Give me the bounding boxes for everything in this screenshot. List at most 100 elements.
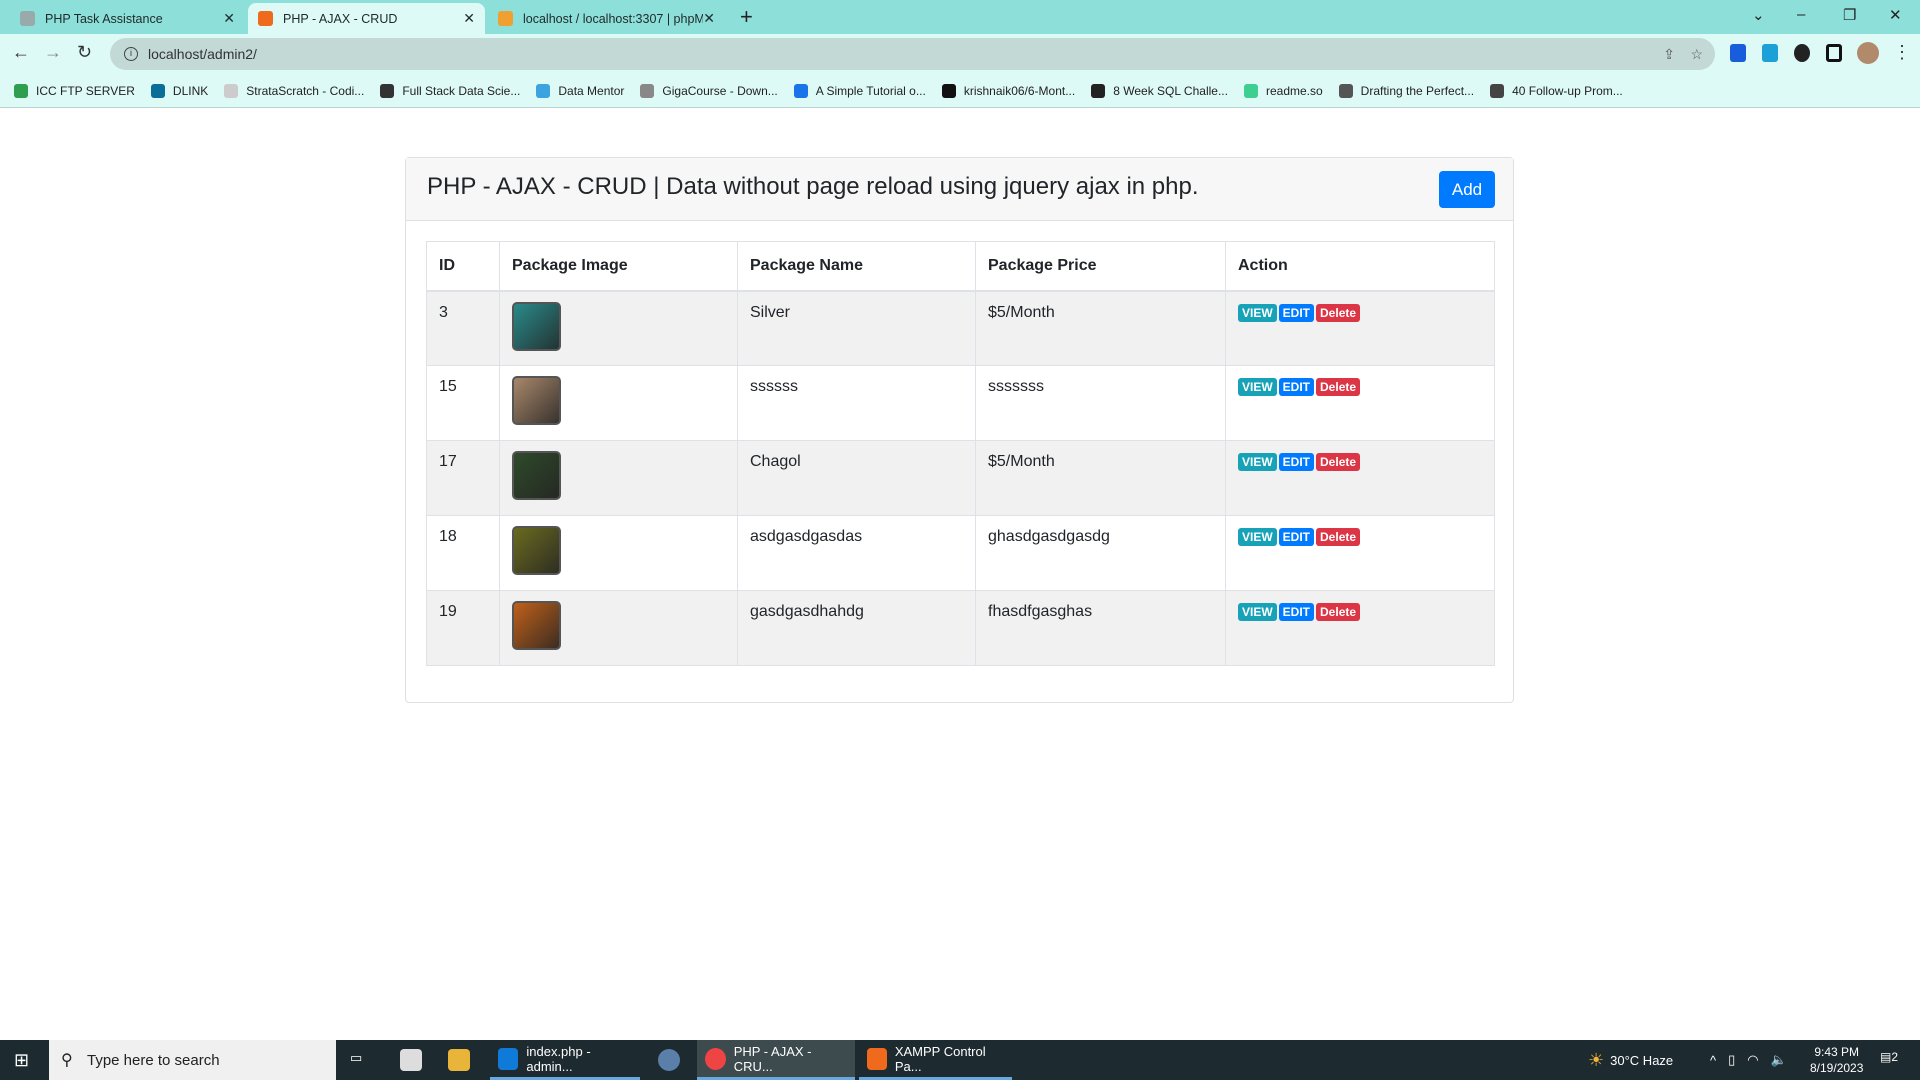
table-row: 15 ssssss sssssss VIEW EDIT Delete: [426, 365, 1495, 441]
minimize-button[interactable]: –: [1797, 6, 1805, 23]
task-view-icon[interactable]: ▭: [350, 1050, 362, 1066]
xampp-icon: [258, 11, 273, 26]
bookmark-item[interactable]: krishnaik06/6-Mont...: [941, 83, 1076, 98]
bookmark-favicon-icon: [1091, 83, 1106, 98]
edit-button[interactable]: EDIT: [1278, 528, 1315, 546]
tab-search-icon[interactable]: ⌄: [1752, 6, 1765, 24]
delete-button[interactable]: Delete: [1316, 603, 1361, 621]
close-tab-icon[interactable]: ✕: [223, 10, 235, 27]
reload-icon[interactable]: ↻: [77, 42, 92, 63]
tab-strip: PHP Task Assistance ✕ PHP - AJAX - CRUD …: [0, 0, 1920, 34]
windows-start-icon[interactable]: ⊞: [14, 1050, 29, 1071]
bookmark-label: krishnaik06/6-Mont...: [963, 83, 1076, 98]
menu-icon[interactable]: ⋮: [1893, 42, 1911, 63]
forward-icon[interactable]: →: [44, 42, 62, 63]
bookmark-favicon-icon: [224, 83, 239, 98]
edit-button[interactable]: EDIT: [1278, 303, 1315, 322]
delete-button[interactable]: Delete: [1316, 303, 1361, 322]
weather-text: 30°C Haze: [1610, 1052, 1674, 1068]
bookmark-item[interactable]: GigaCourse - Down...: [640, 83, 778, 98]
site-info-icon[interactable]: i: [124, 47, 138, 61]
edit-button[interactable]: EDIT: [1278, 603, 1315, 621]
bookmark-item[interactable]: Data Mentor: [536, 83, 625, 98]
tab-label: localhost / localhost:3307 | phpM: [523, 11, 703, 26]
packages-table: ID Package Image Package Name Package Pr…: [426, 241, 1495, 666]
tab-label: PHP - AJAX - CRUD: [283, 11, 398, 26]
delete-button[interactable]: Delete: [1316, 528, 1361, 546]
notifications-button[interactable]: ▤2: [1880, 1050, 1898, 1064]
delete-button[interactable]: Delete: [1316, 453, 1361, 471]
extension-icon[interactable]: [1762, 44, 1778, 62]
view-button[interactable]: VIEW: [1238, 603, 1277, 621]
tab-php-task-assistance[interactable]: PHP Task Assistance ✕: [10, 3, 245, 34]
bookmark-label: ICC FTP SERVER: [36, 83, 135, 98]
bookmark-star-icon[interactable]: ☆: [1690, 46, 1703, 63]
edit-button[interactable]: EDIT: [1278, 378, 1315, 396]
view-button[interactable]: VIEW: [1238, 453, 1277, 471]
bookmark-label: Data Mentor: [558, 83, 625, 98]
taskbar: ⊞ ⚲ Type here to search ▭ index.php - ad…: [0, 1040, 1920, 1080]
app-label: XAMPP Control Pa...: [894, 1043, 986, 1074]
bookmark-item[interactable]: readme.so: [1243, 83, 1323, 98]
tab-phpmyadmin[interactable]: localhost / localhost:3307 | phpM ✕: [488, 3, 725, 34]
add-button[interactable]: Add: [1439, 171, 1495, 208]
address-bar[interactable]: i localhost/admin2/ ⇪ ☆: [110, 38, 1715, 70]
cell-image: [499, 290, 738, 366]
bookmark-favicon-icon: [793, 83, 808, 98]
taskbar-app-chrome[interactable]: PHP - AJAX - CRU...: [697, 1040, 855, 1080]
bookmark-item[interactable]: ICC FTP SERVER: [14, 83, 135, 98]
puzzle-icon[interactable]: [1794, 44, 1810, 62]
bookmark-item[interactable]: 8 Week SQL Challe...: [1091, 83, 1228, 98]
share-icon[interactable]: ⇪: [1663, 46, 1675, 63]
close-tab-icon[interactable]: ✕: [463, 10, 475, 27]
bookmark-item[interactable]: A Simple Tutorial o...: [793, 83, 926, 98]
chevron-up-icon[interactable]: ^: [1710, 1053, 1716, 1068]
close-tab-icon[interactable]: ✕: [703, 10, 715, 27]
bookmark-item[interactable]: DLINK: [150, 83, 208, 98]
column-header-image: Package Image: [499, 241, 738, 292]
cell-image: [499, 590, 738, 666]
bookmark-item[interactable]: StrataScratch - Codi...: [224, 83, 365, 98]
back-icon[interactable]: ←: [12, 42, 30, 63]
view-button[interactable]: VIEW: [1238, 528, 1277, 546]
view-button[interactable]: VIEW: [1238, 378, 1277, 396]
file-explorer-icon[interactable]: [448, 1049, 470, 1071]
taskbar-app-vscode[interactable]: index.php - admin...: [490, 1040, 640, 1080]
wifi-icon[interactable]: ◠: [1747, 1052, 1758, 1068]
bookmark-favicon-icon: [1490, 83, 1505, 98]
cell-id: 15: [426, 365, 500, 441]
taskbar-search[interactable]: ⚲ Type here to search: [49, 1040, 336, 1080]
bookmark-label: Drafting the Perfect...: [1360, 83, 1475, 98]
store-icon[interactable]: [400, 1049, 422, 1071]
clock[interactable]: 9:43 PM 8/19/2023: [1810, 1044, 1863, 1076]
bitwarden-icon[interactable]: [1730, 44, 1746, 62]
bookmark-item[interactable]: Full Stack Data Scie...: [380, 83, 520, 98]
app-label: PHP - AJAX - CRU...: [733, 1043, 812, 1074]
cell-image: [499, 365, 738, 441]
close-window-button[interactable]: ✕: [1889, 6, 1902, 24]
device-icon[interactable]: ▯: [1728, 1052, 1735, 1068]
taskbar-app-xampp[interactable]: XAMPP Control Pa...: [859, 1040, 1012, 1080]
postgres-icon[interactable]: [658, 1049, 680, 1071]
view-button[interactable]: VIEW: [1238, 303, 1277, 322]
system-tray: ^ ▯ ◠ 🔈: [1710, 1040, 1787, 1080]
package-thumbnail: [512, 451, 561, 500]
bookmark-label: 40 Follow-up Prom...: [1512, 83, 1623, 98]
bookmark-item[interactable]: Drafting the Perfect...: [1338, 83, 1475, 98]
weather-widget[interactable]: ☀ 30°C Haze: [1588, 1040, 1673, 1080]
side-panel-icon[interactable]: [1826, 44, 1842, 62]
bookmark-label: StrataScratch - Codi...: [246, 83, 365, 98]
bookmark-favicon-icon: [941, 83, 956, 98]
new-tab-button[interactable]: +: [740, 4, 753, 30]
profile-avatar[interactable]: [1857, 42, 1879, 64]
weather-icon: ☀: [1588, 1049, 1605, 1070]
tab-php-ajax-crud[interactable]: PHP - AJAX - CRUD ✕: [248, 3, 485, 34]
edit-button[interactable]: EDIT: [1278, 453, 1315, 471]
cell-price: fhasdfgasghas: [975, 590, 1226, 666]
bookmark-favicon-icon: [1243, 83, 1258, 98]
bookmark-item[interactable]: 40 Follow-up Prom...: [1490, 83, 1623, 98]
volume-icon[interactable]: 🔈: [1771, 1052, 1787, 1068]
restore-button[interactable]: ❐: [1843, 6, 1856, 24]
cell-actions: VIEW EDIT Delete: [1225, 290, 1495, 366]
delete-button[interactable]: Delete: [1316, 378, 1361, 396]
